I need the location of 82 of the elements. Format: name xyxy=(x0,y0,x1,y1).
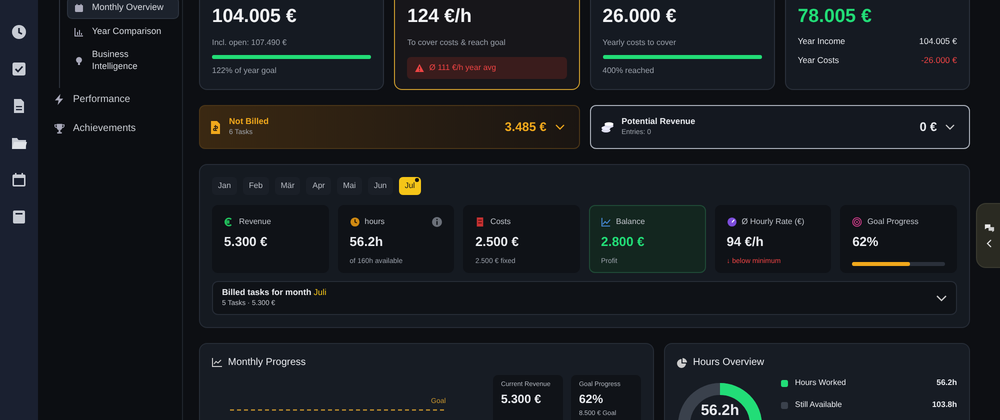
kpi-label: Costs xyxy=(490,216,511,228)
receipt-icon xyxy=(475,217,486,227)
line-chart-icon xyxy=(212,358,222,367)
calendar-icon xyxy=(74,2,84,13)
document-icon xyxy=(11,98,27,114)
month-tab[interactable]: Mai xyxy=(336,177,362,195)
chevron-down-icon xyxy=(936,294,947,302)
summary-footer: 400% reached xyxy=(602,65,762,77)
lightning-icon xyxy=(54,94,65,105)
clock-icon xyxy=(350,217,360,227)
row-value: 104.005 € xyxy=(919,35,957,48)
kpi-value: 56.2h xyxy=(350,233,384,251)
book-icon xyxy=(11,209,27,225)
chevron-down-icon xyxy=(945,124,955,130)
kpi-value: 62% xyxy=(852,233,880,251)
info-icon xyxy=(432,217,442,227)
sidebar-subitem[interactable]: Year Comparison xyxy=(67,20,179,42)
coins-icon xyxy=(600,122,614,132)
calendar-icon xyxy=(11,172,27,188)
panel-title: Hours Overview xyxy=(693,356,764,370)
row-label: Year Income xyxy=(798,35,846,48)
row-label: Year Costs xyxy=(798,54,840,66)
clock-icon xyxy=(11,24,27,40)
month-tab[interactable]: Jan xyxy=(212,177,237,195)
kpi-label: Goal Progress xyxy=(867,216,918,228)
summary-value: 124 €/h xyxy=(407,5,473,29)
warning-icon xyxy=(415,64,424,72)
month-tab[interactable]: Feb xyxy=(242,177,269,195)
checkbox-icon xyxy=(11,61,27,77)
alert-text: Ø 111 €/h year avg xyxy=(429,62,496,74)
stat-value: 5.300 € xyxy=(501,392,542,407)
stat-value: 62% xyxy=(579,392,604,407)
kpi-value: 2.500 € xyxy=(475,233,520,251)
card-title: Potential Revenue xyxy=(622,115,696,128)
line-chart-icon xyxy=(600,217,611,227)
legend-label: Still Available xyxy=(795,399,842,411)
kpi-label: hours xyxy=(364,216,385,228)
kpi-value: 2.800 € xyxy=(600,233,646,251)
kpi-label: Balance xyxy=(616,216,645,228)
row-value: -26.000 € xyxy=(921,54,957,66)
kpi-value: 94 €/h xyxy=(726,233,765,251)
month-tab[interactable]: Apr xyxy=(306,177,331,195)
billed-month: Juli xyxy=(314,287,326,298)
kpi-label: Ø Hourly Rate (€) xyxy=(742,216,804,228)
legend-value: 103.8h xyxy=(932,399,957,411)
trophy-icon xyxy=(54,122,65,134)
chat-icon xyxy=(984,223,994,233)
legend-label: Hours Worked xyxy=(795,377,846,389)
invoice-icon xyxy=(210,120,221,134)
kpi-value: 5.300 € xyxy=(224,233,268,251)
lightbulb-icon xyxy=(74,56,84,66)
amount: 0 € xyxy=(920,118,937,136)
kpi-label: Revenue xyxy=(239,216,272,228)
chevron-down-icon xyxy=(554,124,564,130)
summary-value: 26.000 € xyxy=(602,5,678,29)
sidebar-subitem[interactable]: Business Intelligence xyxy=(67,44,179,78)
summary-note: Incl. open: 107.490 € xyxy=(212,37,288,49)
summary-note: To cover costs & reach goal xyxy=(407,37,507,49)
summary-value: 104.005 € xyxy=(212,5,298,29)
summary-note: Yearly costs to cover xyxy=(602,37,678,49)
sidebar-subitem[interactable]: Monthly Overview xyxy=(67,0,179,19)
chevron-left-icon xyxy=(986,239,992,248)
summary-footer: 122% of year goal xyxy=(212,65,372,77)
sidebar-item[interactable]: Performance xyxy=(38,88,182,111)
bar-chart-icon xyxy=(74,26,84,37)
folder-icon xyxy=(11,135,27,151)
amount: 3.485 € xyxy=(504,118,546,136)
summary-value: 78.005 € xyxy=(798,5,873,29)
month-tab[interactable]: Jun xyxy=(368,177,393,195)
billed-title: Billed tasks for month xyxy=(222,287,312,298)
target-icon xyxy=(852,217,862,227)
legend-value: 56.2h xyxy=(936,377,957,389)
donut-center-value: 56.2h xyxy=(700,402,740,419)
sidebar-item[interactable]: Achievements xyxy=(38,116,182,140)
month-tab[interactable]: Jul xyxy=(398,177,421,195)
euro-icon xyxy=(224,217,234,227)
gauge-icon xyxy=(726,217,737,227)
month-tab[interactable]: Mär xyxy=(274,177,300,195)
card-title: Not Billed xyxy=(229,115,269,128)
panel-title: Monthly Progress xyxy=(228,356,306,370)
pie-chart-icon xyxy=(677,358,687,368)
feedback-tab[interactable] xyxy=(976,203,1000,268)
